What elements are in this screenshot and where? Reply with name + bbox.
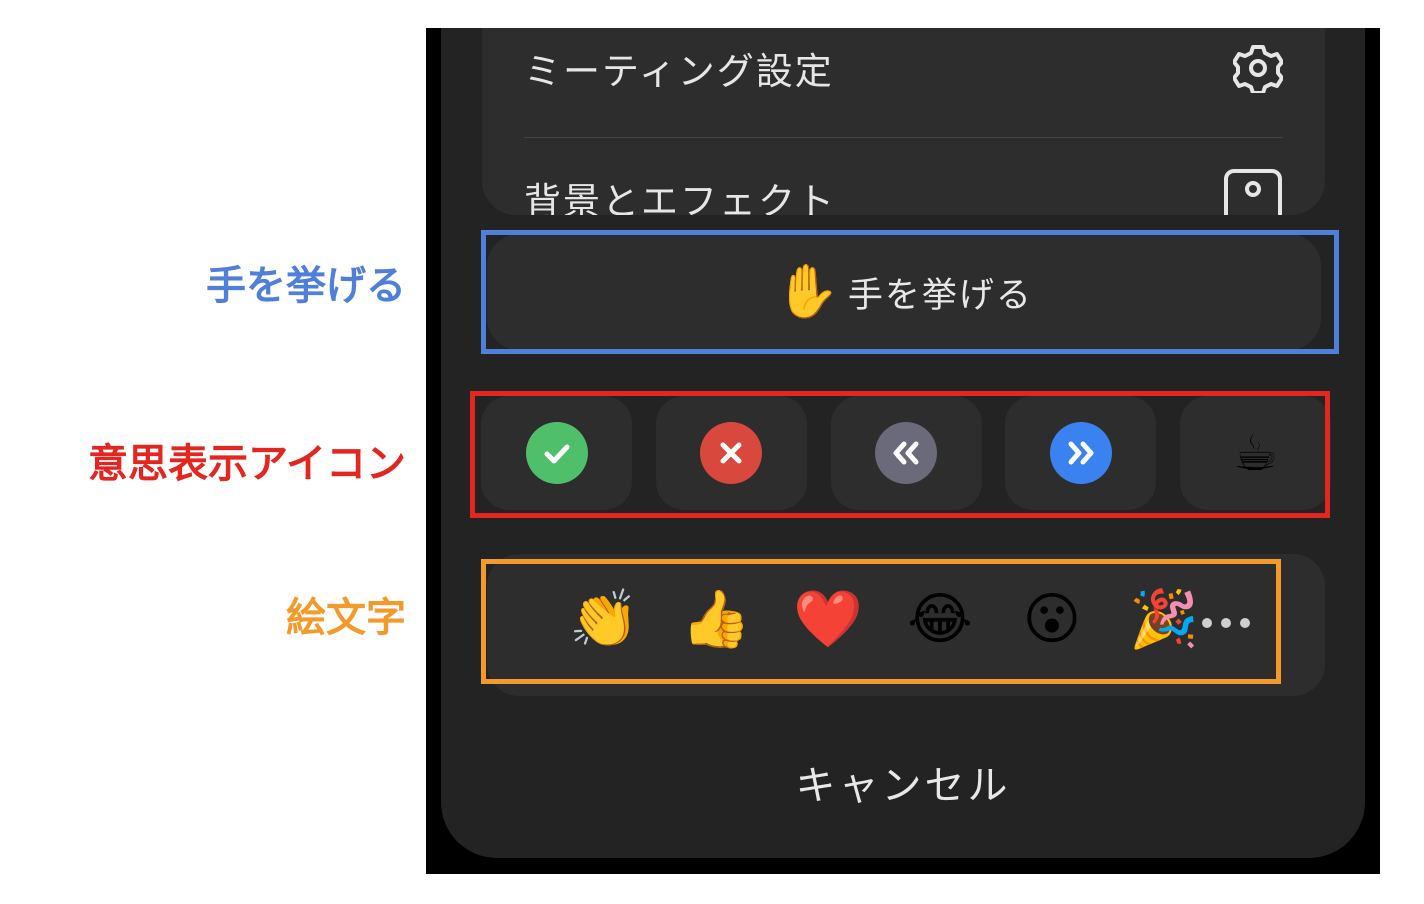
menu-divider — [524, 137, 1283, 138]
annotation-status-icons: 意思表示アイコン — [88, 441, 406, 487]
menu-item-background-effects[interactable]: 背景とエフェクト — [524, 168, 1283, 215]
status-icons-highlight-frame — [470, 391, 1330, 518]
gear-icon — [1233, 43, 1283, 93]
menu-item-meeting-settings[interactable]: ミーティング設定 — [524, 38, 1283, 98]
raise-hand-highlight-frame — [481, 230, 1339, 354]
annotation-emoji: 絵文字 — [286, 595, 406, 641]
menu-card: ミーティング設定 背景とエフェクト — [482, 28, 1325, 215]
menu-item-label: ミーティング設定 — [524, 50, 834, 93]
cancel-button[interactable]: キャンセル — [441, 753, 1365, 811]
emoji-highlight-frame — [481, 559, 1281, 684]
menu-item-label: 背景とエフェクト — [524, 180, 836, 215]
annotation-raise-hand: 手を挙げる — [206, 263, 406, 309]
background-icon — [1223, 168, 1283, 215]
